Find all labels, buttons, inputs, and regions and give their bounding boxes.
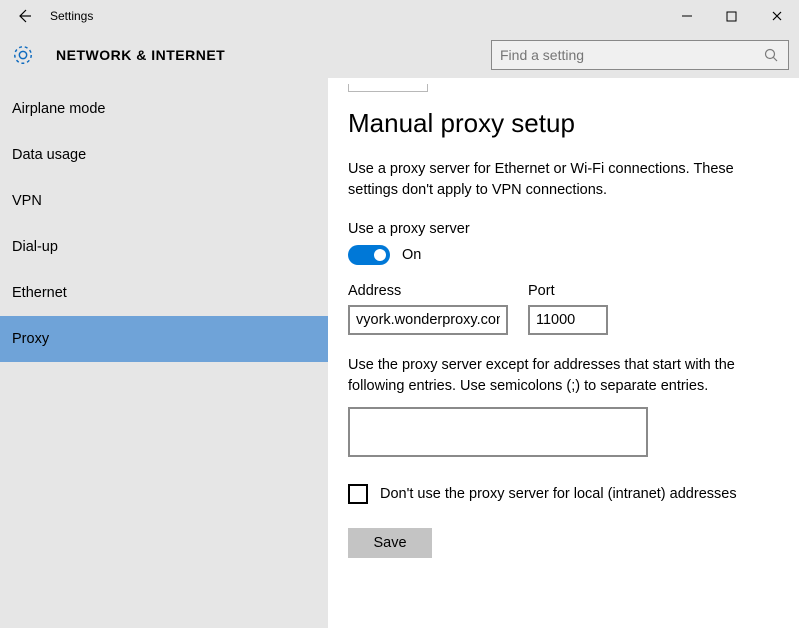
minimize-icon <box>681 10 693 22</box>
sidebar-item-dial-up[interactable]: Dial-up <box>0 224 328 270</box>
sidebar-item-proxy[interactable]: Proxy <box>0 316 328 362</box>
sidebar-item-label: Dial-up <box>12 239 58 255</box>
local-addresses-label: Don't use the proxy server for local (in… <box>380 486 737 502</box>
sidebar-item-data-usage[interactable]: Data usage <box>0 132 328 178</box>
sidebar-item-label: VPN <box>12 193 42 209</box>
sidebar-item-airplane-mode[interactable]: Airplane mode <box>0 86 328 132</box>
sidebar-item-label: Data usage <box>12 147 86 163</box>
content-pane: Manual proxy setup Use a proxy server fo… <box>328 78 799 628</box>
sidebar-item-label: Proxy <box>12 331 49 347</box>
port-input[interactable] <box>528 305 608 335</box>
use-proxy-toggle[interactable] <box>348 245 390 265</box>
search-box[interactable] <box>491 40 789 70</box>
close-icon <box>771 10 783 22</box>
exceptions-input[interactable] <box>348 407 648 457</box>
page-title: NETWORK & INTERNET <box>56 47 225 63</box>
maximize-button[interactable] <box>709 0 754 32</box>
maximize-icon <box>726 11 737 22</box>
sidebar: Airplane mode Data usage VPN Dial-up Eth… <box>0 78 328 628</box>
use-proxy-label: Use a proxy server <box>348 221 771 237</box>
toggle-thumb <box>374 249 386 261</box>
section-title: Manual proxy setup <box>348 108 771 139</box>
back-arrow-icon <box>15 7 33 25</box>
sidebar-item-ethernet[interactable]: Ethernet <box>0 270 328 316</box>
exceptions-label: Use the proxy server except for addresse… <box>348 355 768 397</box>
sidebar-item-label: Airplane mode <box>12 101 106 117</box>
search-icon <box>762 48 780 62</box>
titlebar: Settings <box>0 0 799 32</box>
search-input[interactable] <box>500 47 762 63</box>
page-header: NETWORK & INTERNET <box>0 32 799 78</box>
local-addresses-checkbox[interactable] <box>348 484 368 504</box>
section-description: Use a proxy server for Ethernet or Wi-Fi… <box>348 159 758 201</box>
sidebar-item-label: Ethernet <box>12 285 67 301</box>
settings-gear-icon <box>12 44 34 66</box>
minimize-button[interactable] <box>664 0 709 32</box>
address-input[interactable] <box>348 305 508 335</box>
toggle-state-label: On <box>402 247 421 263</box>
sidebar-item-vpn[interactable]: VPN <box>0 178 328 224</box>
back-button[interactable] <box>4 0 44 32</box>
address-label: Address <box>348 283 508 299</box>
save-button[interactable]: Save <box>348 528 432 558</box>
port-label: Port <box>528 283 608 299</box>
window-title: Settings <box>50 9 93 23</box>
close-button[interactable] <box>754 0 799 32</box>
previous-section-cutoff <box>348 84 428 92</box>
